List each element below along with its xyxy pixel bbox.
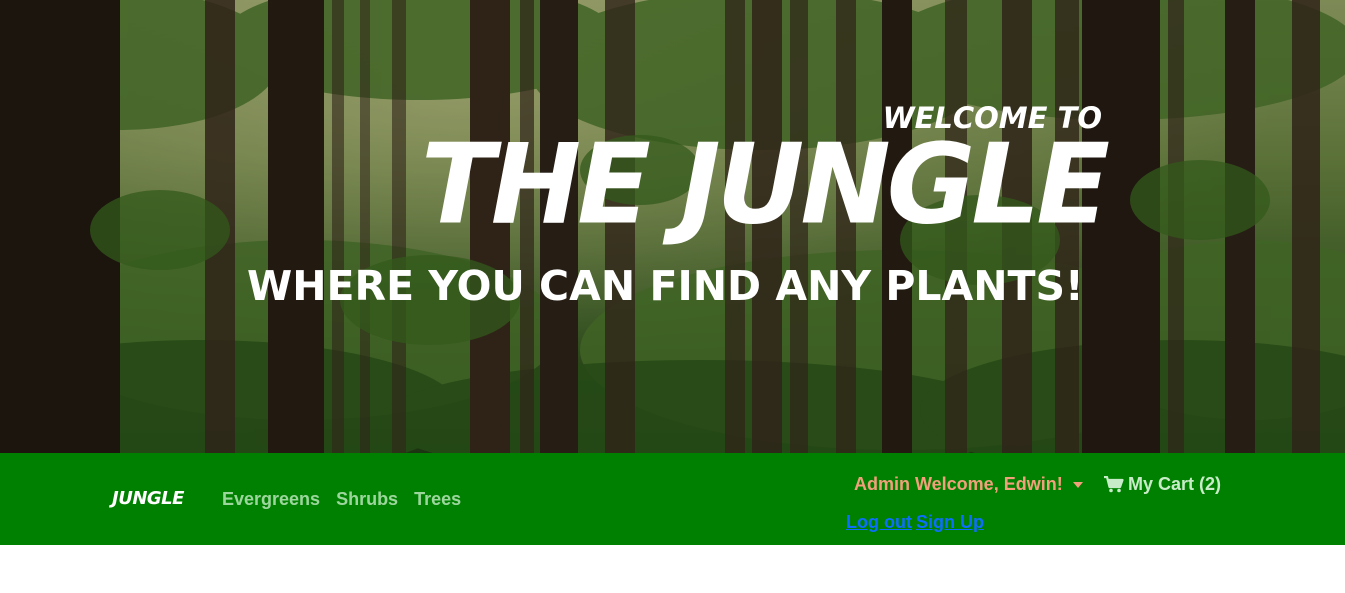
nav-link-trees[interactable]: Trees: [414, 489, 461, 510]
signup-link[interactable]: Sign Up: [916, 512, 984, 533]
brand-link[interactable]: JUNGLE: [112, 488, 184, 509]
user-menu-dropdown[interactable]: Admin Welcome, Edwin!: [854, 474, 1083, 495]
nav-link-evergreens[interactable]: Evergreens: [222, 489, 320, 510]
shopping-cart-icon: [1104, 476, 1124, 493]
cart-label: My Cart (2): [1128, 474, 1222, 494]
site-tagline: WHERE YOU CAN FIND ANY PLANTS!: [247, 262, 1084, 310]
category-nav: Evergreens Shrubs Trees: [222, 489, 461, 510]
caret-down-icon: [1072, 481, 1083, 488]
auth-links: Log out Sign Up: [846, 512, 984, 533]
hero-banner: WELCOME TO THE JUNGLE WHERE YOU CAN FIND…: [0, 0, 1345, 453]
main-navbar: JUNGLE Evergreens Shrubs Trees Admin Wel…: [0, 453, 1345, 545]
user-menu-label: Admin Welcome, Edwin!: [854, 474, 1063, 494]
logout-link[interactable]: Log out: [846, 512, 912, 533]
nav-link-shrubs[interactable]: Shrubs: [336, 489, 398, 510]
cart-link[interactable]: My Cart (2): [1104, 474, 1221, 495]
site-title: THE JUNGLE: [421, 121, 1110, 250]
hero-text-block: WELCOME TO THE JUNGLE WHERE YOU CAN FIND…: [0, 0, 1345, 453]
